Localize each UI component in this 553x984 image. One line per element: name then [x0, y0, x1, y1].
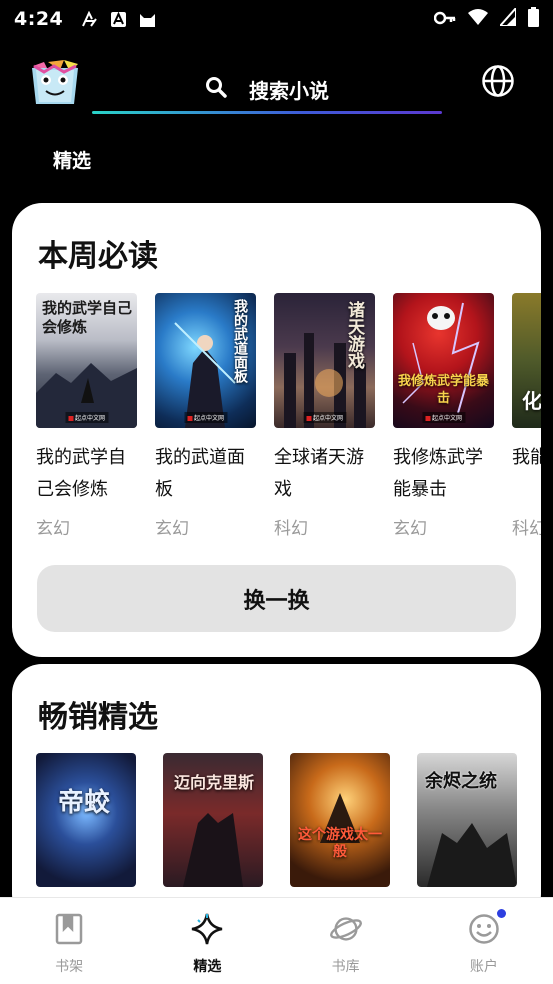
weekly-must-read-card: 本周必读 我的武学自己会修炼 起点中文网 我的武学自己会修炼 玄幻 我的武道面板…	[12, 203, 541, 657]
book-genre: 玄幻	[155, 519, 189, 539]
signal-icon	[497, 5, 517, 30]
cover-title: 帝蛟	[58, 788, 111, 818]
top-bar: 搜索小说	[0, 56, 553, 120]
book-title: 我的武学自己会修炼	[36, 447, 126, 500]
cover-title: 余烬之统	[425, 771, 497, 792]
cat-icon	[139, 11, 156, 28]
book-title: 我的武道面板	[155, 447, 245, 500]
book-genre: 科幻	[512, 519, 541, 539]
book-title: 全球诸天游戏	[274, 447, 364, 500]
search-underline	[92, 111, 442, 114]
book-genre: 玄幻	[36, 519, 70, 539]
cover-title: 这个游戏太一般	[298, 827, 382, 860]
nav-item-library[interactable]: 书库	[277, 898, 415, 984]
nav-item-account[interactable]: 账户	[415, 898, 553, 984]
book-cover: 化	[512, 293, 541, 428]
book-list: 帝蛟 迈向克里斯 这个游戏太一般 余烬之统	[36, 753, 517, 887]
publisher-stamp: 起点中文网	[64, 412, 109, 423]
section-title: 畅销精选	[38, 700, 158, 735]
nav-label: 书库	[331, 959, 360, 975]
smiley-icon	[467, 912, 501, 946]
nav-item-bookshelf[interactable]: 书架	[0, 898, 138, 984]
book-cover[interactable]: 迈向克里斯	[163, 753, 263, 887]
refresh-button[interactable]: 换一换	[37, 565, 516, 632]
wifi-icon	[468, 8, 488, 30]
cover-title: 诸天游戏	[344, 301, 364, 369]
cover-title: 我的武学自己会修炼	[42, 299, 133, 336]
battery-icon	[528, 7, 539, 31]
book-cover: 诸天游戏 起点中文网	[274, 293, 375, 428]
cover-title: 迈向克里斯	[173, 773, 254, 792]
publisher-stamp: 起点中文网	[421, 412, 466, 423]
nav-label: 精选	[193, 959, 222, 975]
status-bar: 4:24	[0, 0, 553, 38]
bookmark-icon	[52, 912, 86, 946]
publisher-stamp: 起点中文网	[302, 412, 347, 423]
notification-badge	[496, 909, 506, 918]
section-title: 本周必读	[38, 239, 158, 274]
nav-label: 书架	[55, 959, 84, 975]
book-cover: 我的武学自己会修炼 起点中文网	[36, 293, 137, 428]
sparkle-icon	[190, 912, 224, 946]
book-item[interactable]: 我修炼武学能暴击 起点中文网 我修炼武学能暴击 玄幻	[393, 293, 494, 539]
text-a-icon	[110, 11, 127, 28]
book-title: 我能万物	[512, 447, 541, 468]
book-title: 我修炼武学能暴击	[393, 447, 483, 500]
nav-item-featured[interactable]: 精选	[138, 898, 276, 984]
publisher-stamp: 起点中文网	[183, 412, 228, 423]
search-label: 搜索小说	[249, 78, 329, 103]
bottom-nav: 书架 精选 书库 账户	[0, 897, 553, 984]
globe-icon[interactable]	[481, 64, 515, 98]
nav-label: 账户	[469, 959, 498, 975]
book-item[interactable]: 我的武学自己会修炼 起点中文网 我的武学自己会修炼 玄幻	[36, 293, 137, 539]
cover-title: 化	[522, 389, 541, 413]
book-genre: 科幻	[274, 519, 308, 539]
book-cover: 我的武道面板 起点中文网	[155, 293, 256, 428]
book-genre: 玄幻	[393, 519, 427, 539]
search-bar[interactable]: 搜索小说	[92, 64, 442, 114]
book-item[interactable]: 诸天游戏 起点中文网 全球诸天游戏 科幻	[274, 293, 375, 539]
key-icon	[433, 10, 456, 29]
cover-title: 我的武道面板	[232, 299, 248, 383]
font-icon	[81, 10, 98, 28]
tab-featured[interactable]: 精选	[53, 146, 91, 173]
book-cover: 我修炼武学能暴击 起点中文网	[393, 293, 494, 428]
book-cover[interactable]: 这个游戏太一般	[290, 753, 390, 887]
book-list: 我的武学自己会修炼 起点中文网 我的武学自己会修炼 玄幻 我的武道面板 起点中文…	[36, 293, 541, 539]
cover-title: 我修炼武学能暴击	[397, 374, 489, 406]
status-time: 4:24	[14, 8, 64, 30]
app-logo[interactable]	[30, 58, 80, 106]
book-cover[interactable]: 余烬之统	[417, 753, 517, 887]
book-item[interactable]: 我的武道面板 起点中文网 我的武道面板 玄幻	[155, 293, 256, 539]
planet-icon	[329, 912, 363, 946]
book-cover[interactable]: 帝蛟	[36, 753, 136, 887]
search-icon	[205, 76, 227, 102]
bestseller-card: 畅销精选 帝蛟 迈向克里斯 这个游戏太一般 余烬之统	[12, 664, 541, 924]
book-item[interactable]: 化 我能万物 科幻	[512, 293, 541, 539]
